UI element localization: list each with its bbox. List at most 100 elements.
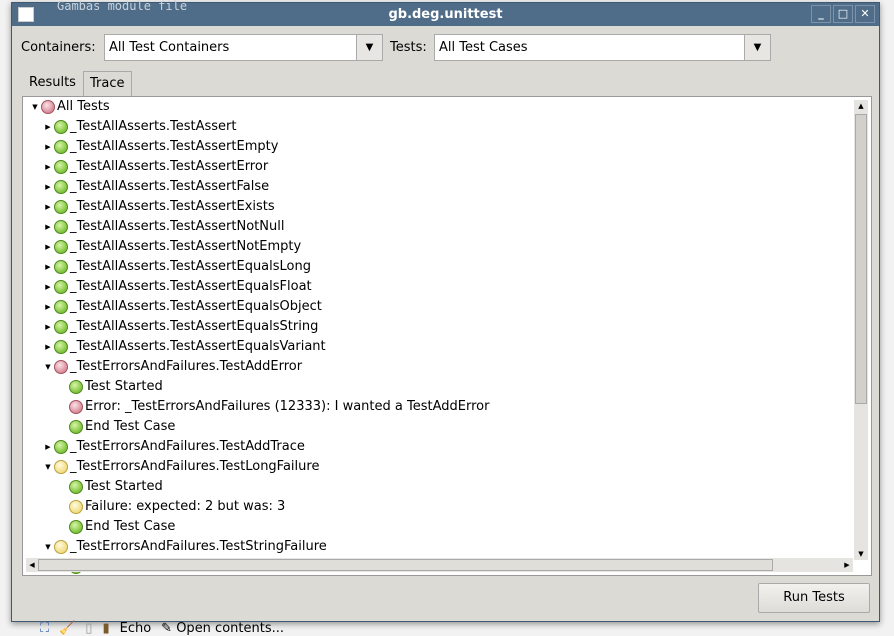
tab-trace[interactable]: Trace	[83, 71, 132, 98]
tree-row-label: End Test Case	[85, 519, 176, 534]
tree-row[interactable]: ▶ _TestAllAsserts.TestAssertEqualsVariant	[42, 337, 326, 357]
tree-row[interactable]: ▶ _TestAllAsserts.TestAssertEmpty	[42, 137, 278, 157]
status-pass-icon	[54, 260, 68, 274]
tree-row[interactable]: ▼ _TestErrorsAndFailures.TestLongFailure	[42, 457, 319, 477]
containers-label: Containers:	[21, 40, 96, 55]
expander-collapsed-icon[interactable]: ▶	[42, 177, 54, 197]
tests-value: All Test Cases	[439, 40, 528, 55]
tree-row[interactable]: ▶ _TestAllAsserts.TestAssertEqualsLong	[42, 257, 311, 277]
tree-row-label: _TestAllAsserts.TestAssertNotEmpty	[70, 239, 302, 254]
tree-row[interactable]: ▶ _TestAllAsserts.TestAssertEqualsString	[42, 317, 318, 337]
tree-row[interactable]: Error: _TestErrorsAndFailures (12333): I…	[57, 397, 489, 417]
expander-collapsed-icon[interactable]: ▶	[42, 297, 54, 317]
tree-row-label: _TestAllAsserts.TestAssertEqualsString	[70, 319, 319, 334]
vertical-scroll-thumb[interactable]	[855, 114, 867, 404]
tree-row[interactable]: ▶ _TestAllAsserts.TestAssertEqualsObject	[42, 297, 322, 317]
status-pass-icon	[54, 240, 68, 254]
trace-tree[interactable]: ▼ _TestErrorsAndFailures.TestStringFailur…	[22, 96, 872, 576]
status-pass-icon	[54, 440, 68, 454]
status-pass-icon	[69, 380, 83, 394]
tree-row-label: All Tests	[57, 99, 110, 114]
expander-expanded-icon[interactable]: ▼	[42, 357, 54, 377]
expander-expanded-icon[interactable]: ▼	[42, 457, 54, 477]
expander-collapsed-icon[interactable]: ▶	[42, 117, 54, 137]
tree-row[interactable]: ▶ _TestAllAsserts.TestAssertNotEmpty	[42, 237, 301, 257]
tree-row-label: _TestAllAsserts.TestAssertEqualsFloat	[70, 279, 312, 294]
tree-row-label: _TestAllAsserts.TestAssertEqualsObject	[70, 299, 322, 314]
expander-collapsed-icon[interactable]: ▶	[42, 217, 54, 237]
tree-row[interactable]: ▶ _TestAllAsserts.TestAssertError	[42, 157, 268, 177]
tree-row-label: _TestAllAsserts.TestAssertError	[70, 159, 269, 174]
status-pass-icon	[54, 220, 68, 234]
copy-icon[interactable]: ▯	[85, 621, 92, 636]
tree-row[interactable]: ▶ _TestAllAsserts.TestAssertEqualsFloat	[42, 277, 312, 297]
status-pass-icon	[54, 340, 68, 354]
unittest-window: gb.deg.unittest _ □ ✕ Containers: All Te…	[11, 2, 880, 622]
background-text: Gambas module file	[57, 0, 188, 13]
open-contents-button[interactable]: ✎ Open contents...	[161, 621, 284, 636]
expander-expanded-icon[interactable]: ▼	[42, 537, 54, 557]
maximize-button[interactable]: □	[833, 5, 853, 23]
status-pass-icon	[54, 120, 68, 134]
expander-collapsed-icon[interactable]: ▶	[42, 237, 54, 257]
tree-row[interactable]: ▼ All Tests	[29, 97, 110, 117]
expander-collapsed-icon[interactable]: ▶	[42, 257, 54, 277]
expander-collapsed-icon[interactable]: ▶	[42, 317, 54, 337]
expander-collapsed-icon[interactable]: ▶	[42, 197, 54, 217]
close-button[interactable]: ✕	[855, 5, 875, 23]
tree-row[interactable]: Failure: expected: 2 but was: 3	[57, 497, 285, 517]
vertical-scrollbar[interactable]: ▲ ▼	[854, 100, 868, 560]
tree-row[interactable]: End Test Case	[57, 417, 175, 437]
tree-row[interactable]: End Test Case	[57, 517, 175, 537]
tree-row[interactable]: ▶ _TestAllAsserts.TestAssertNotNull	[42, 217, 284, 237]
minimize-button[interactable]: _	[811, 5, 831, 23]
tab-results[interactable]: Results	[23, 71, 82, 97]
broom-icon[interactable]: 🧹	[59, 621, 75, 636]
clipboard-icon[interactable]: ▮	[102, 621, 109, 636]
tree-row[interactable]: ▶ _TestAllAsserts.TestAssertFalse	[42, 177, 269, 197]
status-warn-icon	[54, 540, 68, 554]
tree-row[interactable]: ▶ _TestErrorsAndFailures.TestAddTrace	[42, 437, 305, 457]
expander-expanded-icon[interactable]: ▼	[29, 97, 41, 117]
chevron-down-icon[interactable]: ▼	[744, 35, 770, 60]
tests-combo[interactable]: All Test Cases ▼	[434, 34, 771, 61]
taskbar: ⛶ 🧹 ▯ ▮ Echo ✎ Open contents...	[40, 621, 284, 636]
tree-row[interactable]: ▶ _TestAllAsserts.TestAssert	[42, 117, 236, 137]
horizontal-scroll-thumb[interactable]	[38, 559, 773, 571]
status-pass-icon	[54, 280, 68, 294]
tree-row-label: _TestErrorsAndFailures.TestAddError	[70, 359, 303, 374]
window-icon	[18, 7, 34, 22]
tree-row[interactable]: Test Started	[57, 377, 163, 397]
expander-collapsed-icon[interactable]: ▶	[42, 337, 54, 357]
expander-collapsed-icon[interactable]: ▶	[42, 437, 54, 457]
status-pass-icon	[54, 160, 68, 174]
run-tests-button[interactable]: Run Tests	[758, 583, 870, 613]
fullscreen-icon[interactable]: ⛶	[40, 621, 49, 636]
tree-row-label: _TestErrorsAndFailures.TestLongFailure	[70, 459, 320, 474]
scroll-right-icon[interactable]: ▶	[841, 559, 853, 571]
expander-collapsed-icon[interactable]: ▶	[42, 277, 54, 297]
horizontal-scrollbar[interactable]: ◀ ▶	[26, 558, 853, 572]
status-pass-icon	[54, 140, 68, 154]
tree-row[interactable]: Test Started	[57, 477, 163, 497]
status-warn-icon	[54, 460, 68, 474]
expander-collapsed-icon[interactable]: ▶	[42, 157, 54, 177]
expander-collapsed-icon[interactable]: ▶	[42, 137, 54, 157]
tree-row[interactable]: ▶ _TestAllAsserts.TestAssertExists	[42, 197, 275, 217]
scroll-down-icon[interactable]: ▼	[855, 548, 867, 560]
open-contents-label: Open contents...	[176, 621, 284, 636]
tree-row-label: _TestAllAsserts.TestAssertFalse	[70, 179, 270, 194]
echo-button[interactable]: Echo	[120, 621, 152, 636]
scroll-left-icon[interactable]: ◀	[26, 559, 38, 571]
scroll-up-icon[interactable]: ▲	[855, 100, 867, 112]
tree-row-label: _TestAllAsserts.TestAssert	[70, 119, 237, 134]
tree-row-label: _TestErrorsAndFailures.TestAddTrace	[70, 439, 305, 454]
tree-row-label: Test Started	[85, 379, 163, 394]
containers-value: All Test Containers	[109, 40, 230, 55]
chevron-down-icon[interactable]: ▼	[356, 35, 382, 60]
containers-combo[interactable]: All Test Containers ▼	[104, 34, 383, 61]
tree-row[interactable]: ▼ _TestErrorsAndFailures.TestAddError	[42, 357, 302, 377]
status-fail-icon	[69, 400, 83, 414]
tree-row[interactable]: ▼ _TestErrorsAndFailures.TestStringFailur…	[42, 537, 327, 557]
status-pass-icon	[54, 180, 68, 194]
